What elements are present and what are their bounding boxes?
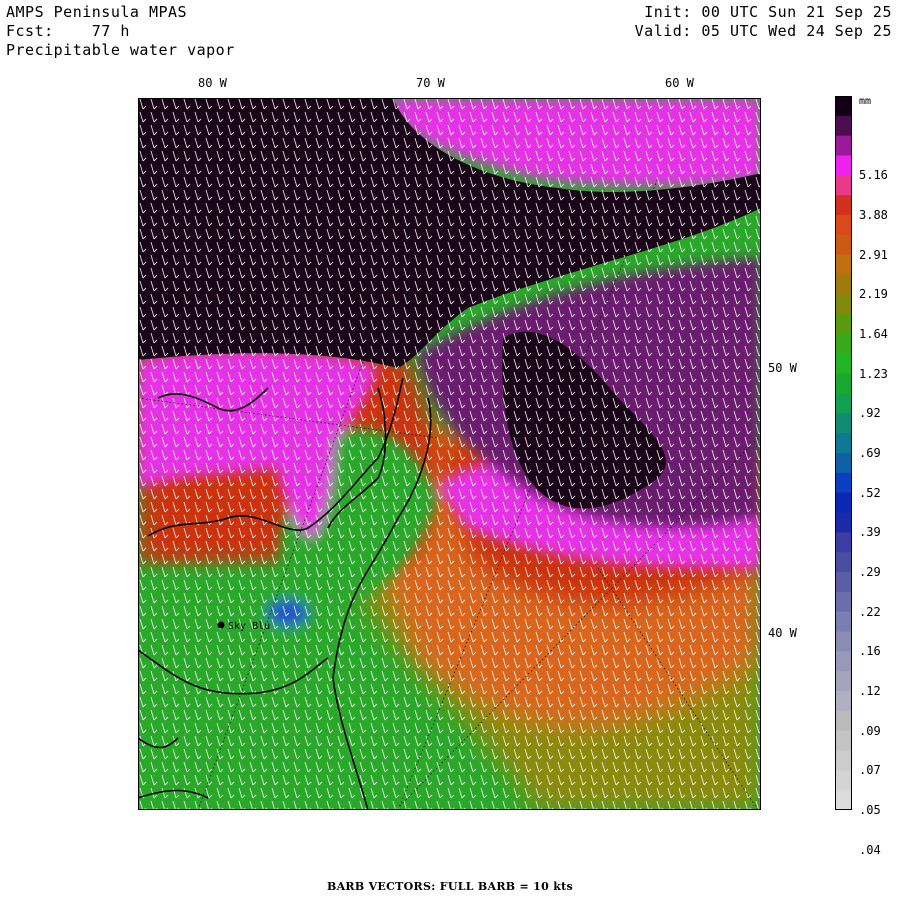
colorbar-swatch (835, 512, 852, 533)
colorbar-label: .09 (859, 723, 881, 738)
colorbar-swatch (835, 552, 852, 573)
colorbar-swatch (835, 671, 852, 692)
wind-barbs (138, 98, 761, 810)
model-title: AMPS Peninsula MPAS (6, 3, 188, 21)
colorbar-swatch (835, 334, 852, 355)
colorbar-swatch (835, 294, 852, 315)
valid-time: Valid: 05 UTC Wed 24 Sep 25 (634, 22, 892, 40)
forecast-hour: Fcst: 77 h (6, 22, 130, 40)
colorbar-swatch (835, 175, 852, 196)
colorbar-swatch (835, 353, 852, 375)
pwv-map: Sky Blu (138, 98, 761, 810)
colorbar-swatch (835, 393, 852, 414)
colorbar-swatch (835, 413, 852, 434)
pwv-field (138, 98, 761, 810)
colorbar-label: .92 (859, 406, 881, 421)
station-marker (217, 621, 225, 629)
colorbar-swatch (835, 710, 852, 732)
lon-label-80w: 80 W (198, 76, 227, 90)
colorbar-label: .12 (859, 684, 881, 698)
colorbar-swatch (835, 453, 852, 474)
colorbar-label: .07 (859, 763, 881, 778)
colorbar-swatch (835, 472, 852, 494)
lon-label-60w: 60 W (665, 76, 694, 90)
colorbar-label: 2.19 (859, 287, 888, 302)
colorbar-label: 3.88 (859, 208, 888, 222)
header-left: AMPS Peninsula MPAS Fcst: 77 h Precipita… (6, 3, 235, 60)
colorbar-swatch (835, 790, 852, 810)
colorbar-label: .39 (859, 525, 881, 540)
colorbar-swatch (835, 96, 852, 117)
colorbar-swatch (835, 611, 852, 632)
colorbar-label: .52 (859, 485, 881, 500)
colorbar-label: 2.91 (859, 247, 888, 262)
colorbar-label: 5.16 (859, 168, 888, 183)
colorbar-label: 1.23 (859, 366, 888, 381)
colorbar-swatch (835, 691, 852, 712)
lat-label-50w: 50 W (768, 361, 797, 375)
lon-label-70w: 70 W (416, 76, 445, 90)
colorbar-label: .29 (859, 565, 881, 579)
colorbar-label: .05 (859, 803, 881, 817)
colorbar-swatch (835, 135, 852, 156)
colorbar-swatch (835, 314, 852, 335)
colorbar-label: .04 (859, 842, 881, 857)
colorbar-swatch (835, 254, 852, 275)
colorbar-swatch (835, 631, 852, 652)
colorbar-label: .16 (859, 644, 881, 659)
colorbar-swatch (835, 591, 852, 613)
colorbar-swatch (835, 651, 852, 672)
init-time: Init: 00 UTC Sun 21 Sep 25 (644, 3, 892, 21)
colorbar-swatch (835, 215, 852, 236)
colorbar-swatch (835, 234, 852, 256)
colorbar-swatch (835, 492, 852, 513)
colorbar-swatch (835, 155, 852, 176)
colorbar (835, 96, 852, 810)
colorbar-swatch (835, 730, 852, 751)
colorbar-unit: mm (859, 96, 872, 107)
colorbar-swatch (835, 750, 852, 771)
field-name: Precipitable water vapor (6, 41, 235, 59)
colorbar-label: .69 (859, 446, 881, 460)
barb-vectors-note: BARB VECTORS: FULL BARB = 10 kts (327, 880, 573, 893)
colorbar-label: .22 (859, 604, 881, 619)
colorbar-swatch (835, 115, 852, 137)
colorbar-swatch (835, 572, 852, 593)
colorbar-swatch (835, 274, 852, 295)
station-label: Sky Blu (228, 621, 270, 632)
colorbar-label: 1.64 (859, 327, 888, 341)
colorbar-swatch (835, 373, 852, 394)
lat-label-40w: 40 W (768, 626, 797, 640)
colorbar-swatch (835, 770, 852, 791)
header-right: Init: 00 UTC Sun 21 Sep 25 Valid: 05 UTC… (635, 3, 892, 41)
colorbar-swatch (835, 433, 852, 454)
colorbar-swatch (835, 195, 852, 216)
colorbar-swatch (835, 532, 852, 553)
